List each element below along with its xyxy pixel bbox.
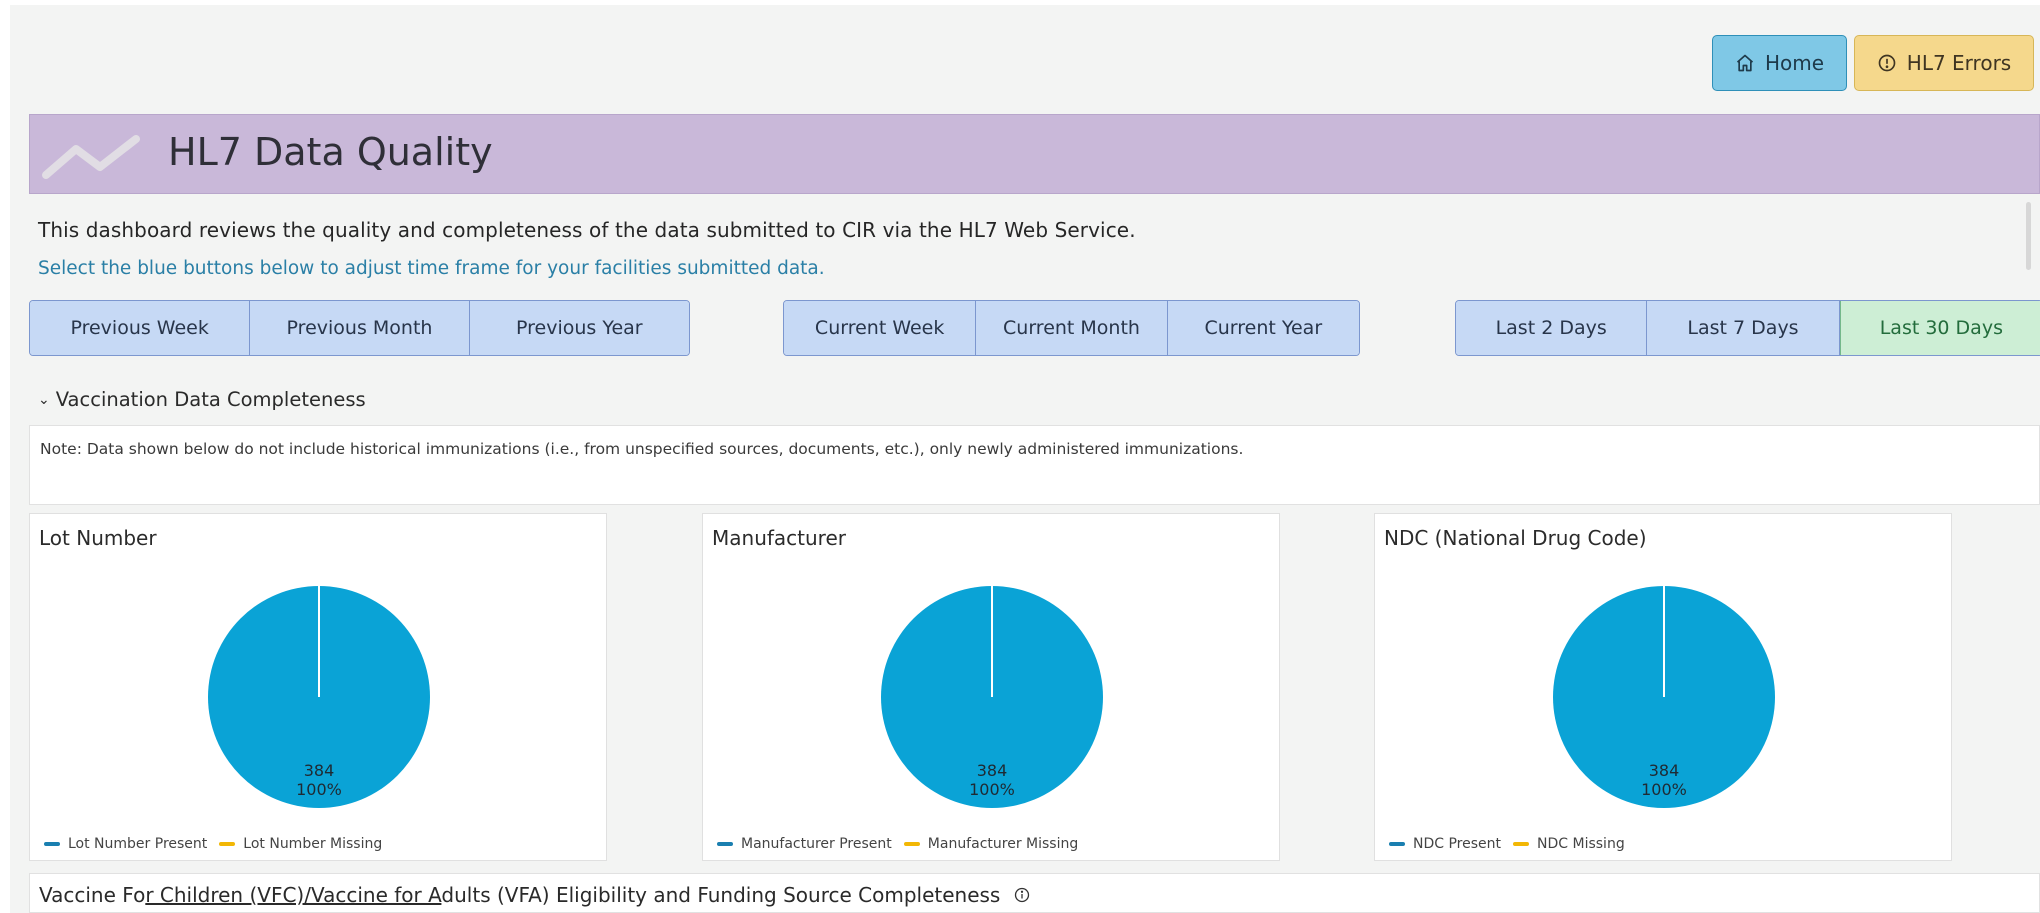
vfc-vfa-title-text: Vaccine For Children (VFC)/Vaccine for A…	[39, 883, 1000, 907]
ndc-card: NDC (National Drug Code) 384 100% NDC Pre…	[1374, 513, 1952, 861]
chart-legend: NDC Present NDC Missing	[1389, 836, 1625, 852]
pie-data-label-value: 384	[304, 761, 335, 780]
dashboard-frame: Home HL7 Errors HL7 Data Quality This da…	[10, 5, 2040, 913]
hl7-errors-button-label: HL7 Errors	[1906, 51, 2012, 75]
vfc-vfa-section: Vaccine For Children (VFC)/Vaccine for A…	[29, 873, 2040, 913]
pie-data-label-percent: 100%	[969, 780, 1015, 799]
pie-chart: 384100%	[208, 586, 430, 808]
legend-label: Manufacturer Present	[741, 836, 892, 852]
legend-item-present[interactable]: Manufacturer Present	[717, 836, 892, 852]
legend-item-missing[interactable]: Manufacturer Missing	[903, 836, 1079, 852]
current-week-button[interactable]: Current Week	[784, 301, 977, 355]
legend-label: NDC Missing	[1537, 836, 1625, 852]
title-part: Vaccine Fo	[39, 883, 146, 907]
current-month-button[interactable]: Current Month	[976, 301, 1168, 355]
lot-number-card: Lot Number 384 100% Lot Number Present Lo…	[29, 513, 607, 861]
chart-legend: Manufacturer Present Manufacturer Missin…	[717, 836, 1078, 852]
title-part: dults (VFA) Eligibility and Funding Sour…	[441, 883, 1001, 907]
legend-swatch-present	[44, 842, 60, 846]
scrollbar-thumb[interactable]	[2026, 202, 2031, 270]
note-text: Note: Data shown below do not include hi…	[40, 440, 1244, 458]
dashboard-description: This dashboard reviews the quality and c…	[38, 218, 1136, 242]
current-year-button[interactable]: Current Year	[1167, 301, 1359, 355]
chevron-down-icon: ⌄	[38, 391, 50, 408]
legend-item-present[interactable]: Lot Number Present	[44, 836, 207, 852]
legend-item-missing[interactable]: NDC Missing	[1513, 836, 1625, 852]
legend-item-present[interactable]: NDC Present	[1389, 836, 1501, 852]
title-bar: HL7 Data Quality	[29, 114, 2040, 194]
page-title: HL7 Data Quality	[168, 130, 493, 174]
hl7-errors-button[interactable]: HL7 Errors	[1854, 35, 2034, 91]
home-button-label: Home	[1764, 51, 1825, 75]
alert-circle-icon	[1878, 54, 1896, 72]
previous-year-button[interactable]: Previous Year	[469, 301, 689, 355]
legend-label: Lot Number Missing	[243, 836, 383, 852]
vfc-vfa-section-title: Vaccine For Children (VFC)/Vaccine for A…	[39, 883, 1030, 907]
pie-data-label-percent: 100%	[296, 780, 342, 799]
manufacturer-card: Manufacturer 384 100% Manufacturer Presen…	[702, 513, 1280, 861]
home-button[interactable]: Home	[1712, 35, 1847, 91]
previous-period-filter-group: Previous Week Previous Month Previous Ye…	[29, 300, 690, 356]
section-title: Vaccination Data Completeness	[55, 388, 366, 411]
dashboard-instruction: Select the blue buttons below to adjust …	[38, 258, 825, 279]
legend-swatch-missing	[903, 842, 920, 846]
title-part: r Children (VFC)/Vaccine for A	[145, 883, 442, 907]
trend-line-icon	[42, 135, 140, 179]
legend-swatch-present	[1389, 842, 1405, 846]
previous-week-button[interactable]: Previous Week	[30, 301, 251, 355]
last-30-days-button[interactable]: Last 30 Days	[1839, 301, 2040, 355]
last-7-days-button[interactable]: Last 7 Days	[1647, 301, 1840, 355]
chart-legend: Lot Number Present Lot Number Missing	[44, 836, 382, 852]
current-period-filter-group: Current Week Current Month Current Year	[783, 300, 1360, 356]
legend-swatch-missing	[219, 842, 236, 846]
pie-data-label-percent: 100%	[1641, 780, 1687, 799]
pie-data-label-value: 384	[1649, 761, 1680, 780]
last-2-days-button[interactable]: Last 2 Days	[1456, 301, 1648, 355]
pie-data-label-value: 384	[977, 761, 1008, 780]
legend-swatch-missing	[1513, 842, 1530, 846]
previous-month-button[interactable]: Previous Month	[250, 301, 470, 355]
pie-chart: 384100%	[1553, 586, 1775, 808]
legend-item-missing[interactable]: Lot Number Missing	[219, 836, 382, 852]
legend-label: NDC Present	[1413, 836, 1502, 852]
legend-swatch-present	[717, 842, 733, 846]
home-icon	[1736, 54, 1754, 72]
legend-label: Manufacturer Missing	[927, 836, 1079, 852]
last-days-filter-group: Last 2 Days Last 7 Days Last 30 Days	[1455, 300, 2040, 356]
vaccination-completeness-toggle[interactable]: ⌄ Vaccination Data Completeness	[38, 388, 366, 411]
note-box: Note: Data shown below do not include hi…	[29, 425, 2040, 505]
info-icon[interactable]	[1014, 887, 1030, 903]
legend-label: Lot Number Present	[68, 836, 208, 852]
pie-chart: 384100%	[881, 586, 1103, 808]
